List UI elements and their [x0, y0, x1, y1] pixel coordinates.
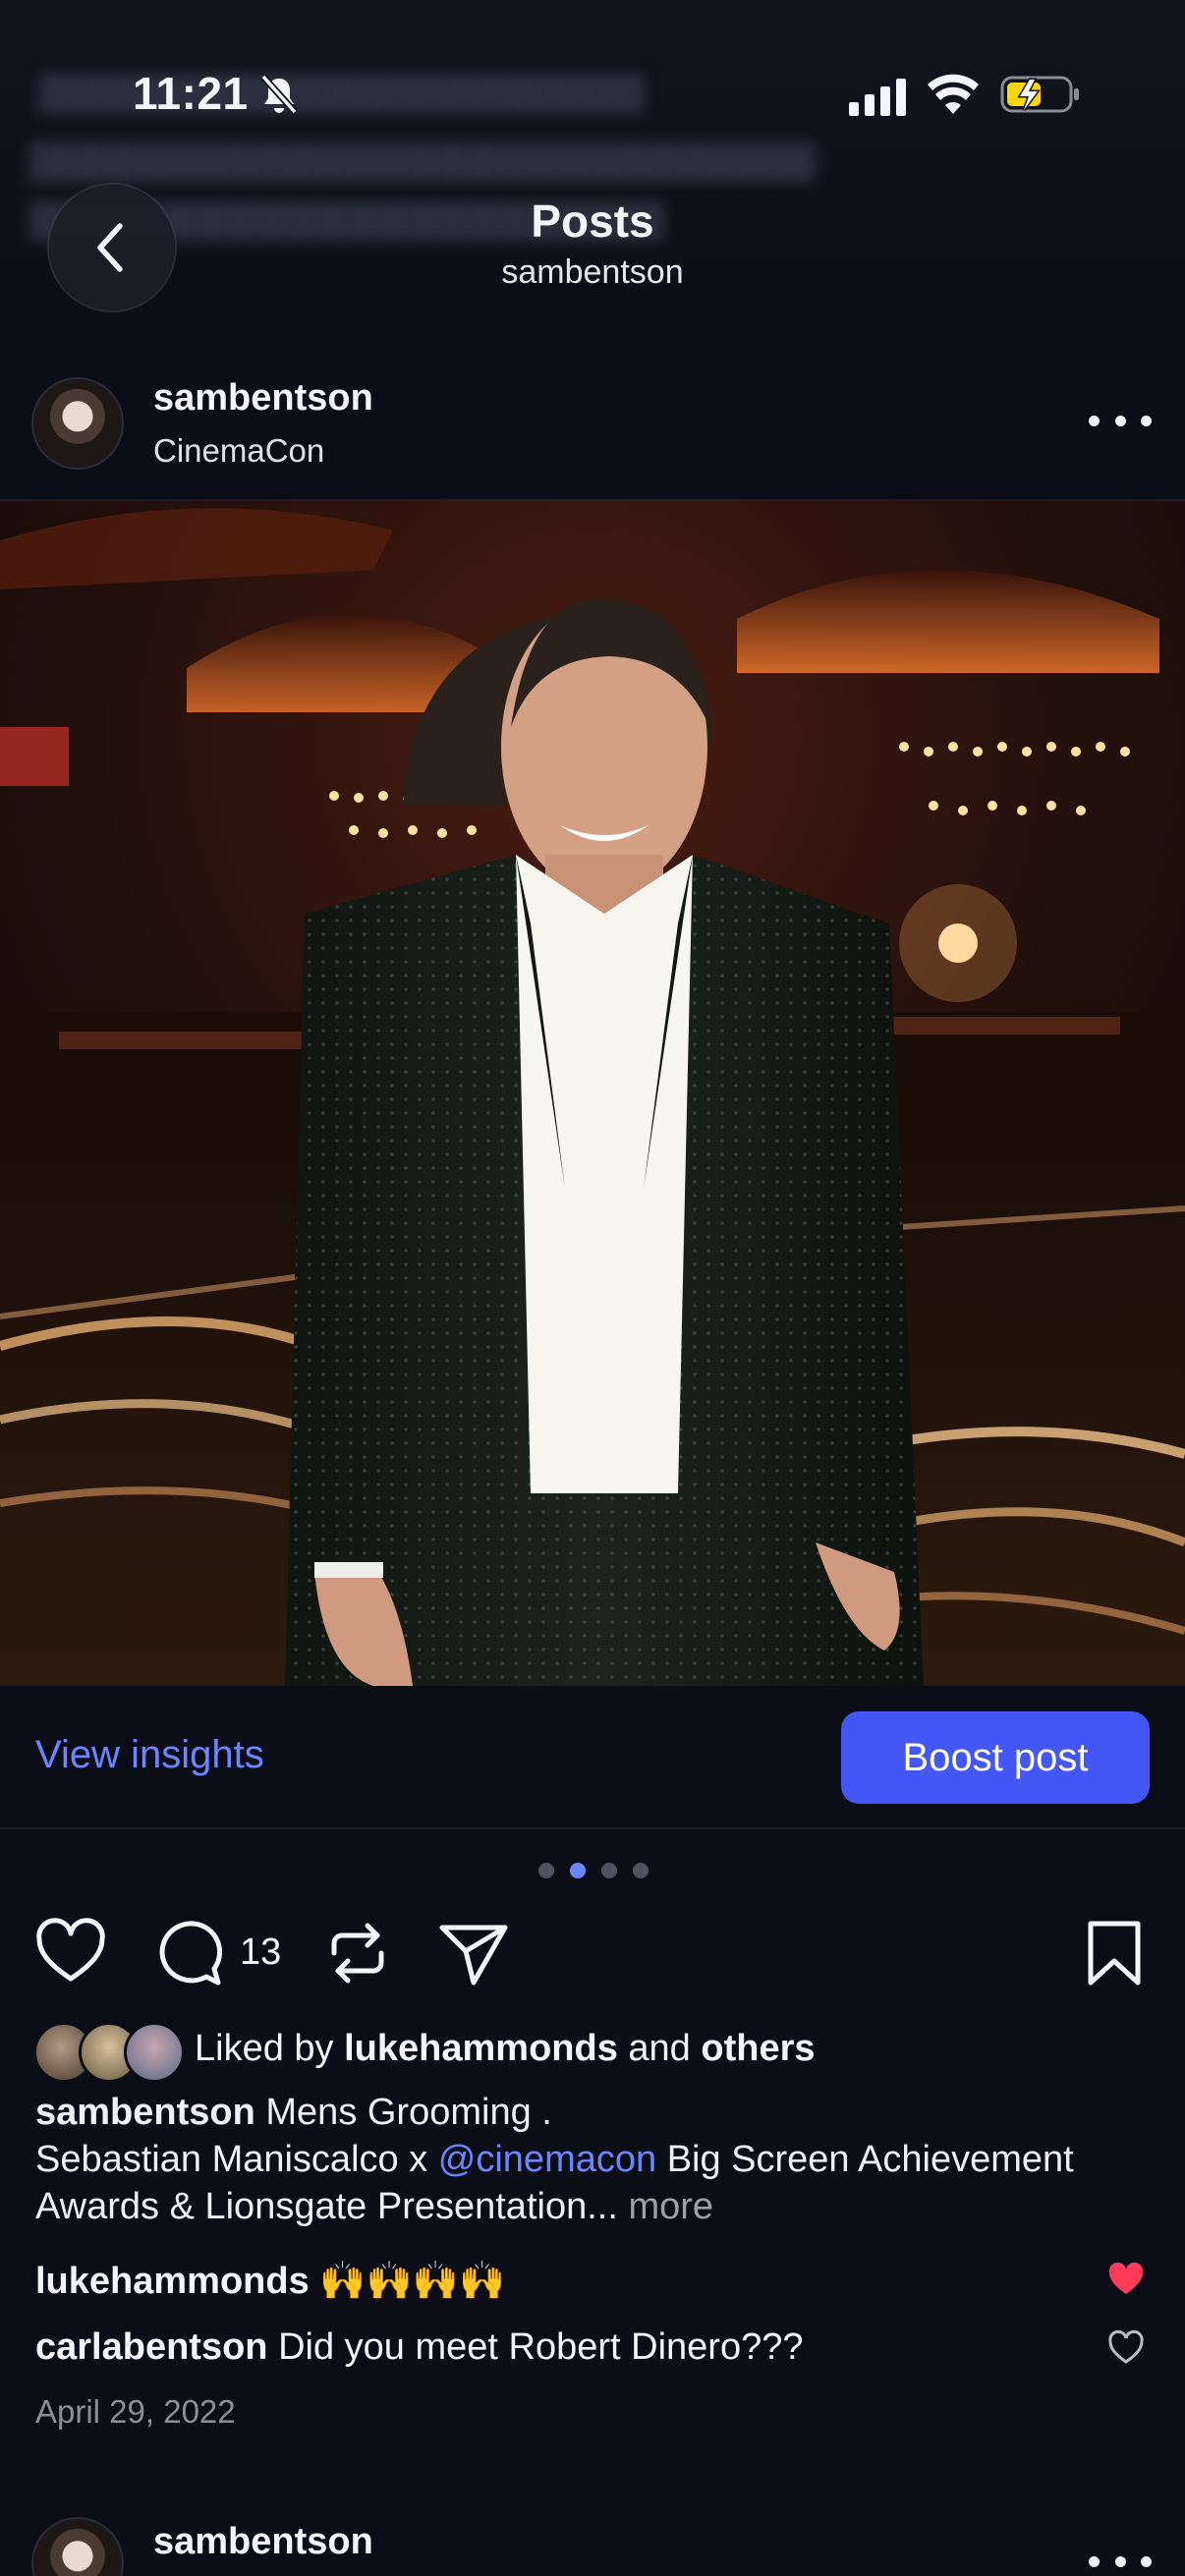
comment-count[interactable]: 13	[240, 1932, 281, 1974]
ellipsis-dot	[1141, 2555, 1152, 2567]
wifi-icon	[928, 74, 979, 114]
carousel-dot-active	[570, 1863, 586, 1878]
comment-text: 🙌🙌🙌🙌	[319, 2261, 506, 2302]
liked-by-text[interactable]: Liked by lukehammonds and others	[195, 2028, 816, 2070]
post-username[interactable]: sambentson	[153, 377, 373, 420]
send-icon[interactable]	[436, 1916, 511, 1990]
page-title: Posts	[531, 196, 654, 247]
post-photo[interactable]	[0, 501, 1185, 1686]
comment-text: Did you meet Robert Dinero???	[278, 2326, 804, 2368]
caption-username[interactable]: sambentson	[35, 2092, 255, 2133]
comment-heart-icon[interactable]	[1106, 2328, 1146, 2368]
comment-row[interactable]: carlabentson Did you meet Robert Dinero?…	[35, 2326, 804, 2369]
carousel-dot	[601, 1863, 617, 1878]
ellipsis-icon	[1089, 415, 1100, 426]
next-post-username[interactable]: sambentson	[153, 2521, 373, 2563]
liked-by-prefix: Liked by	[195, 2028, 334, 2069]
ellipsis-icon	[1089, 2555, 1100, 2567]
divider	[0, 1827, 1185, 1829]
liked-by-connector: and	[628, 2028, 691, 2069]
heart-outline-icon[interactable]	[33, 1916, 108, 1990]
ellipsis-dot	[1141, 415, 1152, 426]
repost-icon[interactable]	[320, 1916, 395, 1990]
comment-heart-filled-icon[interactable]	[1106, 2260, 1146, 2299]
post-location[interactable]: CinemaCon	[153, 432, 324, 470]
comment-row[interactable]: lukehammonds 🙌🙌🙌🙌	[35, 2260, 506, 2303]
caption-more-link[interactable]: more	[628, 2186, 713, 2227]
battery-charging-icon	[1000, 76, 1079, 113]
post-caption[interactable]: sambentson Mens Grooming . Sebastian Man…	[35, 2089, 1146, 2230]
avatar	[124, 2022, 185, 2083]
carousel-indicator	[538, 1863, 649, 1878]
avatar[interactable]	[31, 377, 124, 470]
more-options-button[interactable]	[1089, 2554, 1152, 2568]
cellular-signal-icon	[849, 79, 906, 116]
liked-by-avatars[interactable]	[33, 2022, 187, 2083]
view-insights-link[interactable]: View insights	[35, 1733, 264, 1777]
page-subtitle: sambentson	[501, 253, 684, 291]
bell-slash-icon	[260, 74, 298, 115]
caption-mention[interactable]: @cinemacon	[438, 2139, 656, 2180]
blurred-background-text: ▇▇▇▇▇▇▇▇▇▇▇▇▇▇▇▇▇▇▇▇	[39, 70, 645, 113]
avatar[interactable]	[31, 2517, 124, 2576]
post-date: April 29, 2022	[35, 2393, 236, 2430]
comment-username[interactable]: carlabentson	[35, 2326, 268, 2368]
comment-username[interactable]: lukehammonds	[35, 2261, 310, 2302]
ellipsis-dot	[1114, 415, 1126, 426]
carousel-dot	[633, 1863, 649, 1878]
blurred-background-text: ▇▇▇▇▇▇▇▇▇▇▇▇▇▇▇▇▇▇▇▇▇▇▇▇▇▇	[29, 139, 816, 182]
more-options-button[interactable]	[1089, 401, 1152, 440]
caption-first-line: Mens Grooming .	[265, 2092, 552, 2133]
bookmark-icon[interactable]	[1077, 1916, 1152, 1990]
comment-icon[interactable]	[151, 1916, 226, 1990]
ellipsis-dot	[1114, 2555, 1126, 2567]
liked-by-user[interactable]: lukehammonds	[344, 2028, 618, 2069]
caption-body: Sebastian Maniscalco x	[35, 2139, 428, 2180]
carousel-dot	[538, 1863, 554, 1878]
boost-post-button[interactable]: Boost post	[841, 1711, 1150, 1804]
status-time: 11:21	[133, 68, 249, 119]
liked-by-others[interactable]: others	[701, 2028, 815, 2069]
